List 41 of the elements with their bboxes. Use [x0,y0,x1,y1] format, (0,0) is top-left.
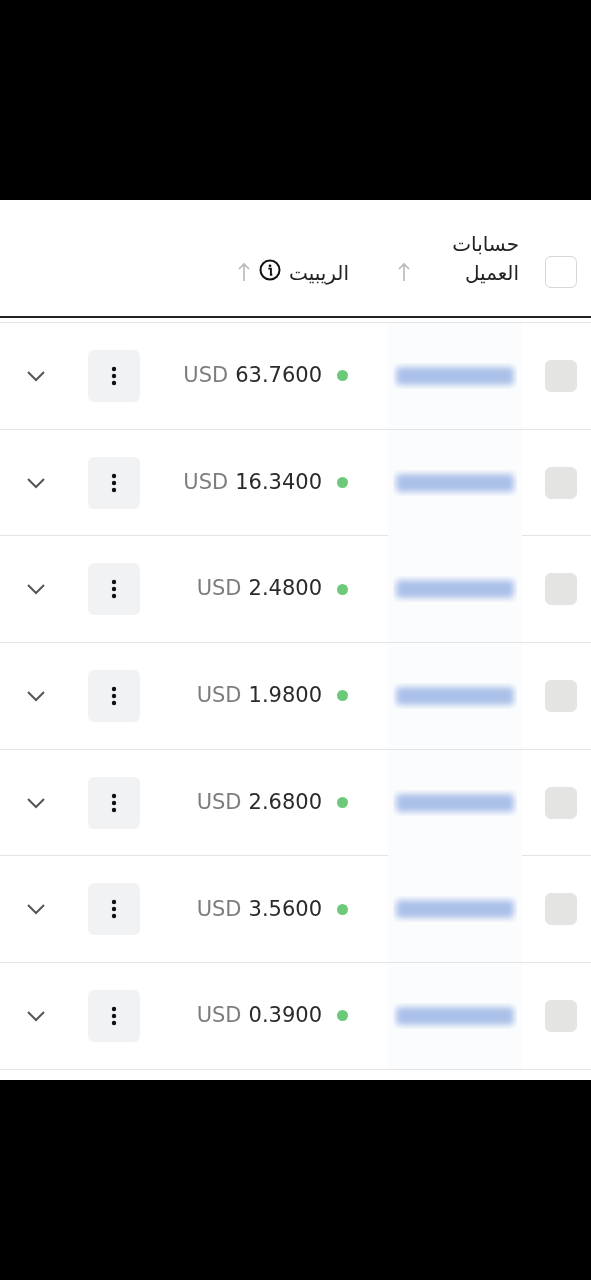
more-vertical-icon [111,472,117,493]
currency-label: USD [196,896,242,921]
chevron-down-icon[interactable] [25,902,47,917]
amount-value: 0.3900 [248,1003,322,1028]
more-button[interactable] [88,456,140,509]
more-vertical-icon [111,685,117,706]
more-vertical-icon [111,899,117,920]
more-button[interactable] [88,563,140,616]
info-icon[interactable] [259,259,282,281]
more-vertical-icon [111,579,117,600]
more-button[interactable] [88,776,140,829]
chevron-down-icon[interactable] [25,582,47,597]
more-button[interactable] [88,883,140,936]
currency-label: USD [183,469,229,494]
chevron-down-icon[interactable] [25,368,47,383]
sort-arrow-icon[interactable] [397,262,411,282]
amount-value: 2.6800 [248,789,322,814]
more-vertical-icon [111,792,117,813]
amount-value: 1.9800 [248,683,322,708]
chevron-down-icon[interactable] [25,688,47,703]
currency-label: USD [183,363,229,388]
column-header[interactable]: الريبيت [289,259,349,288]
column-header[interactable]: حسابات العميل [419,230,519,288]
more-button[interactable] [88,669,140,722]
select-all-checkbox[interactable] [545,256,577,288]
more-vertical-icon [111,365,117,386]
currency-label: USD [196,789,242,814]
amount-value: 63.7600 [235,363,322,388]
chevron-down-icon[interactable] [25,1008,47,1023]
amount-value: 2.4800 [248,576,322,601]
amount-value: 16.3400 [235,469,322,494]
chevron-down-icon[interactable] [25,795,47,810]
currency-label: USD [196,683,242,708]
more-button[interactable] [88,989,140,1042]
amount-value: 3.5600 [248,896,322,921]
more-button[interactable] [88,349,140,402]
more-vertical-icon [111,1005,117,1026]
currency-label: USD [196,1003,242,1028]
chevron-down-icon[interactable] [25,475,47,490]
sort-arrow-icon[interactable] [237,262,252,282]
currency-label: USD [196,576,242,601]
